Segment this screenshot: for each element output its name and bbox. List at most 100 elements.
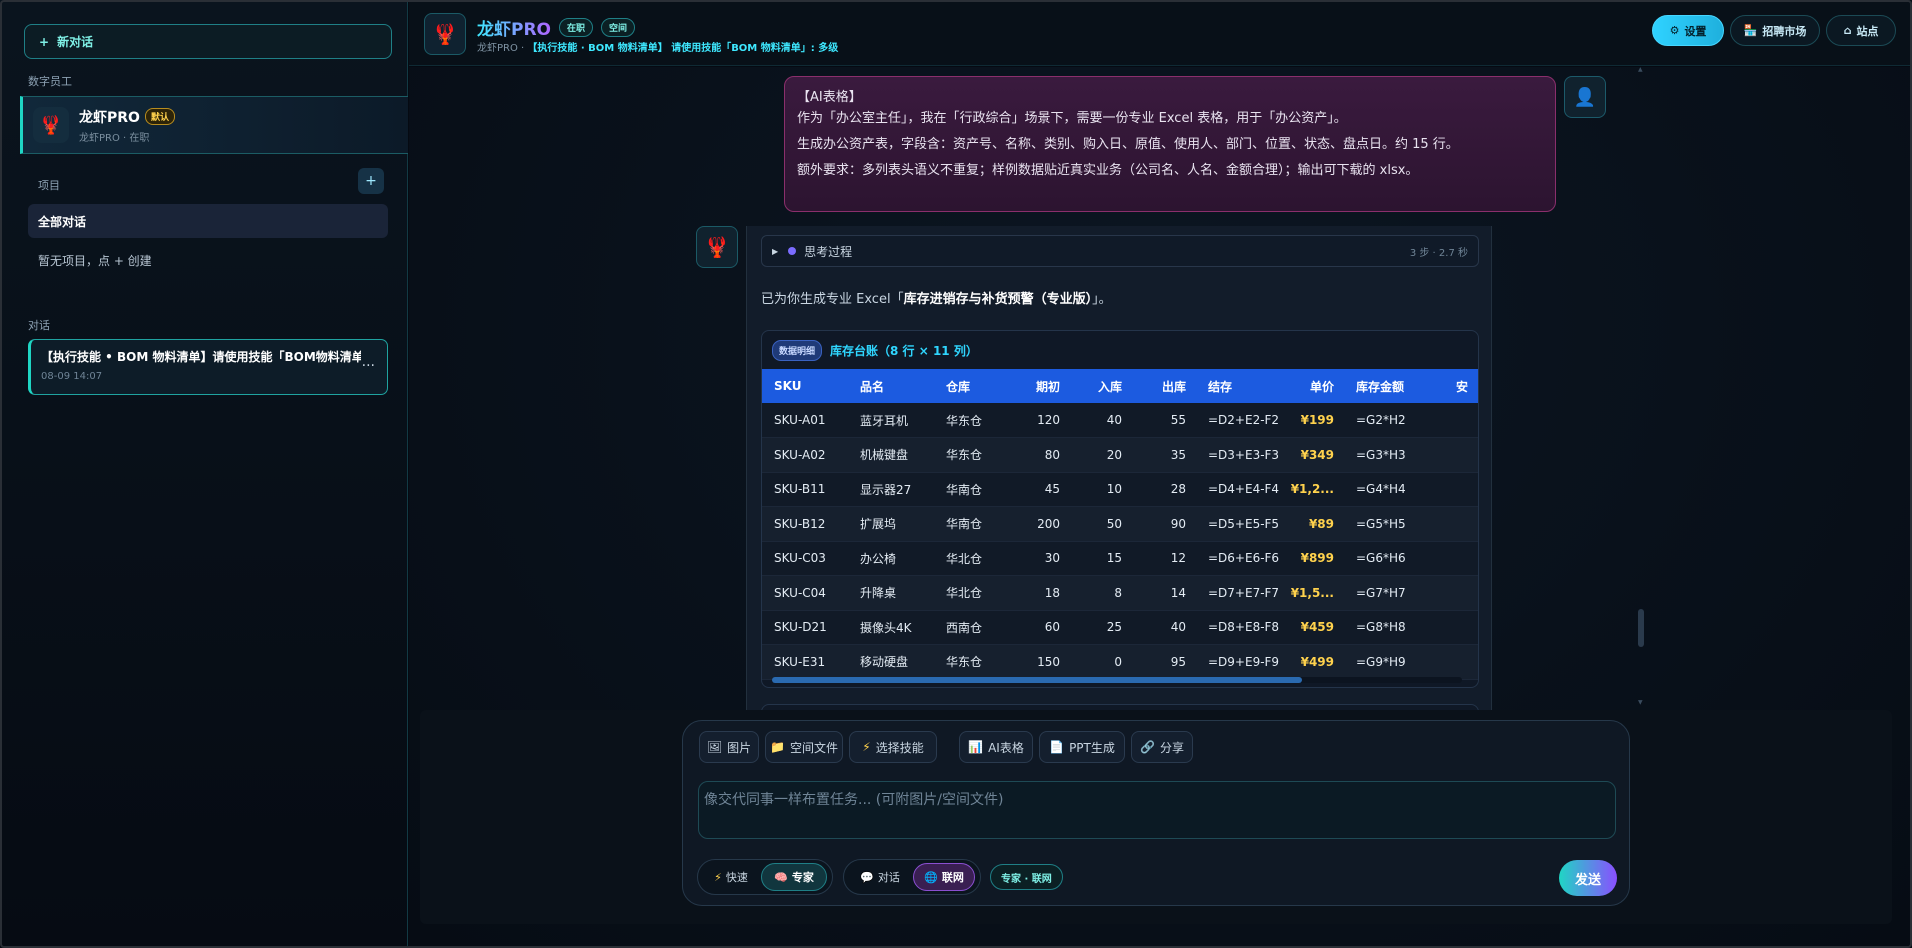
table-cell[interactable]: ¥899 — [1286, 541, 1344, 576]
send-button[interactable]: 发送 — [1559, 860, 1617, 896]
table-cell[interactable]: 95 — [1132, 644, 1196, 680]
table-cell[interactable]: =D9+E9-F9 — [1196, 644, 1286, 680]
table-cell[interactable]: ¥459 — [1286, 610, 1344, 645]
table-cell[interactable]: 华北仓 — [934, 575, 1004, 611]
image-tool-button[interactable]: 🖼 图片 — [699, 731, 759, 763]
market-button[interactable]: 🏪 招聘市场 — [1730, 15, 1820, 46]
table-cell[interactable]: 35 — [1132, 437, 1196, 473]
table-cell[interactable]: 8 — [1070, 575, 1132, 611]
table-cell[interactable]: 办公椅 — [848, 541, 934, 576]
settings-button[interactable]: ⚙ 设置 — [1652, 15, 1724, 46]
table-cell[interactable]: 28 — [1132, 472, 1196, 507]
fast-option[interactable]: ⚡ 快速 — [701, 863, 761, 891]
table-cell[interactable] — [1444, 541, 1478, 576]
table-cell[interactable]: ¥1,2... — [1286, 472, 1344, 507]
space-pill[interactable]: 空间 — [601, 18, 636, 37]
space-files-button[interactable]: 📁 空间文件 — [765, 731, 843, 763]
table-cell[interactable] — [1444, 506, 1478, 542]
table-cell[interactable]: 华东仓 — [934, 437, 1004, 473]
table-cell[interactable]: 80 — [1004, 437, 1070, 473]
table-cell[interactable]: 200 — [1004, 506, 1070, 542]
table-cell[interactable]: 蓝牙耳机 — [848, 403, 934, 438]
share-button[interactable]: 🔗 分享 — [1131, 731, 1193, 763]
table-cell[interactable]: SKU-C04 — [762, 575, 848, 611]
table-cell[interactable]: ¥349 — [1286, 437, 1344, 473]
table-cell[interactable]: SKU-B11 — [762, 472, 848, 507]
table-cell[interactable]: SKU-E31 — [762, 644, 848, 680]
table-cell[interactable]: 45 — [1004, 472, 1070, 507]
column-header[interactable]: 期初 — [1004, 369, 1070, 403]
table-cell[interactable]: 华南仓 — [934, 506, 1004, 542]
table-cell[interactable]: 显示器27 — [848, 472, 934, 507]
table-cell[interactable]: 30 — [1004, 541, 1070, 576]
horizontal-scrollbar[interactable] — [772, 677, 1462, 683]
ai-sheet-button[interactable]: 📊 AI表格 — [959, 731, 1033, 763]
column-header[interactable]: 库存金额 — [1344, 369, 1444, 403]
table-cell[interactable] — [1444, 644, 1478, 680]
table-cell[interactable]: =G4*H4 — [1344, 472, 1444, 507]
add-project-button[interactable]: + — [358, 168, 384, 194]
new-chat-button[interactable]: + 新对话 — [24, 24, 392, 59]
conversation-item[interactable]: 【执行技能 • BOM 物料清单】请使用技能「BOM物料清单」：多级 08-09… — [28, 339, 388, 395]
table-cell[interactable]: SKU-D21 — [762, 610, 848, 645]
table-cell[interactable]: SKU-C03 — [762, 541, 848, 576]
table-cell[interactable]: SKU-A01 — [762, 403, 848, 438]
table-cell[interactable]: 升降桌 — [848, 575, 934, 611]
table-cell[interactable]: =D5+E5-F5 — [1196, 506, 1286, 542]
scroll-up-icon[interactable]: ▲ — [1638, 66, 1643, 73]
table-cell[interactable]: =D2+E2-F2 — [1196, 403, 1286, 438]
table-cell[interactable]: ¥1,5... — [1286, 575, 1344, 611]
table-cell[interactable]: =G6*H6 — [1344, 541, 1444, 576]
table-cell[interactable]: =G9*H9 — [1344, 644, 1444, 680]
column-header[interactable]: 仓库 — [934, 369, 1004, 403]
table-cell[interactable]: 120 — [1004, 403, 1070, 438]
table-cell[interactable]: 扩展坞 — [848, 506, 934, 542]
table-cell[interactable]: 20 — [1070, 437, 1132, 473]
expert-option[interactable]: 🧠 专家 — [761, 863, 827, 891]
table-cell[interactable]: 摄像头4K — [848, 610, 934, 645]
table-cell[interactable]: 14 — [1132, 575, 1196, 611]
column-header[interactable]: SKU — [762, 369, 848, 403]
table-cell[interactable]: =G5*H5 — [1344, 506, 1444, 542]
column-header[interactable]: 出库 — [1132, 369, 1196, 403]
all-conversations-item[interactable]: 全部对话 — [28, 204, 388, 238]
table-cell[interactable]: =G7*H7 — [1344, 575, 1444, 611]
table-cell[interactable] — [1444, 437, 1478, 473]
table-cell[interactable]: 华东仓 — [934, 644, 1004, 680]
column-header[interactable]: 入库 — [1070, 369, 1132, 403]
table-cell[interactable]: 华南仓 — [934, 472, 1004, 507]
table-cell[interactable]: ¥89 — [1286, 506, 1344, 542]
table-cell[interactable]: =D3+E3-F3 — [1196, 437, 1286, 473]
table-cell[interactable]: 25 — [1070, 610, 1132, 645]
table-cell[interactable]: =G3*H3 — [1344, 437, 1444, 473]
table-cell[interactable]: =D7+E7-F7 — [1196, 575, 1286, 611]
table-cell[interactable] — [1444, 610, 1478, 645]
table-cell[interactable]: 西南仓 — [934, 610, 1004, 645]
scroll-down-icon[interactable]: ▼ — [1638, 699, 1643, 706]
column-header[interactable]: 安 — [1444, 369, 1478, 403]
table-cell[interactable]: 55 — [1132, 403, 1196, 438]
select-skill-button[interactable]: ⚡ 选择技能 — [849, 731, 937, 763]
vertical-scrollbar[interactable] — [1638, 609, 1644, 647]
table-cell[interactable]: 12 — [1132, 541, 1196, 576]
table-cell[interactable]: 40 — [1070, 403, 1132, 438]
table-cell[interactable]: SKU-A02 — [762, 437, 848, 473]
table-cell[interactable]: 40 — [1132, 610, 1196, 645]
site-button[interactable]: ⌂ 站点 — [1826, 15, 1896, 46]
table-cell[interactable]: =G8*H8 — [1344, 610, 1444, 645]
table-cell[interactable]: 机械键盘 — [848, 437, 934, 473]
chat-option[interactable]: 💬 对话 — [847, 863, 913, 891]
table-cell[interactable]: 华北仓 — [934, 541, 1004, 576]
ppt-button[interactable]: 📄 PPT生成 — [1039, 731, 1125, 763]
table-cell[interactable]: ¥499 — [1286, 644, 1344, 680]
table-cell[interactable] — [1444, 472, 1478, 507]
table-cell[interactable] — [1444, 403, 1478, 438]
table-cell[interactable]: 18 — [1004, 575, 1070, 611]
table-cell[interactable]: 华东仓 — [934, 403, 1004, 438]
task-input[interactable]: 像交代同事一样布置任务... (可附图片/空间文件) — [698, 781, 1616, 839]
table-cell[interactable]: 0 — [1070, 644, 1132, 680]
column-header[interactable]: 结存 — [1196, 369, 1286, 403]
table-cell[interactable]: 150 — [1004, 644, 1070, 680]
table-cell[interactable]: =D4+E4-F4 — [1196, 472, 1286, 507]
table-cell[interactable]: 60 — [1004, 610, 1070, 645]
